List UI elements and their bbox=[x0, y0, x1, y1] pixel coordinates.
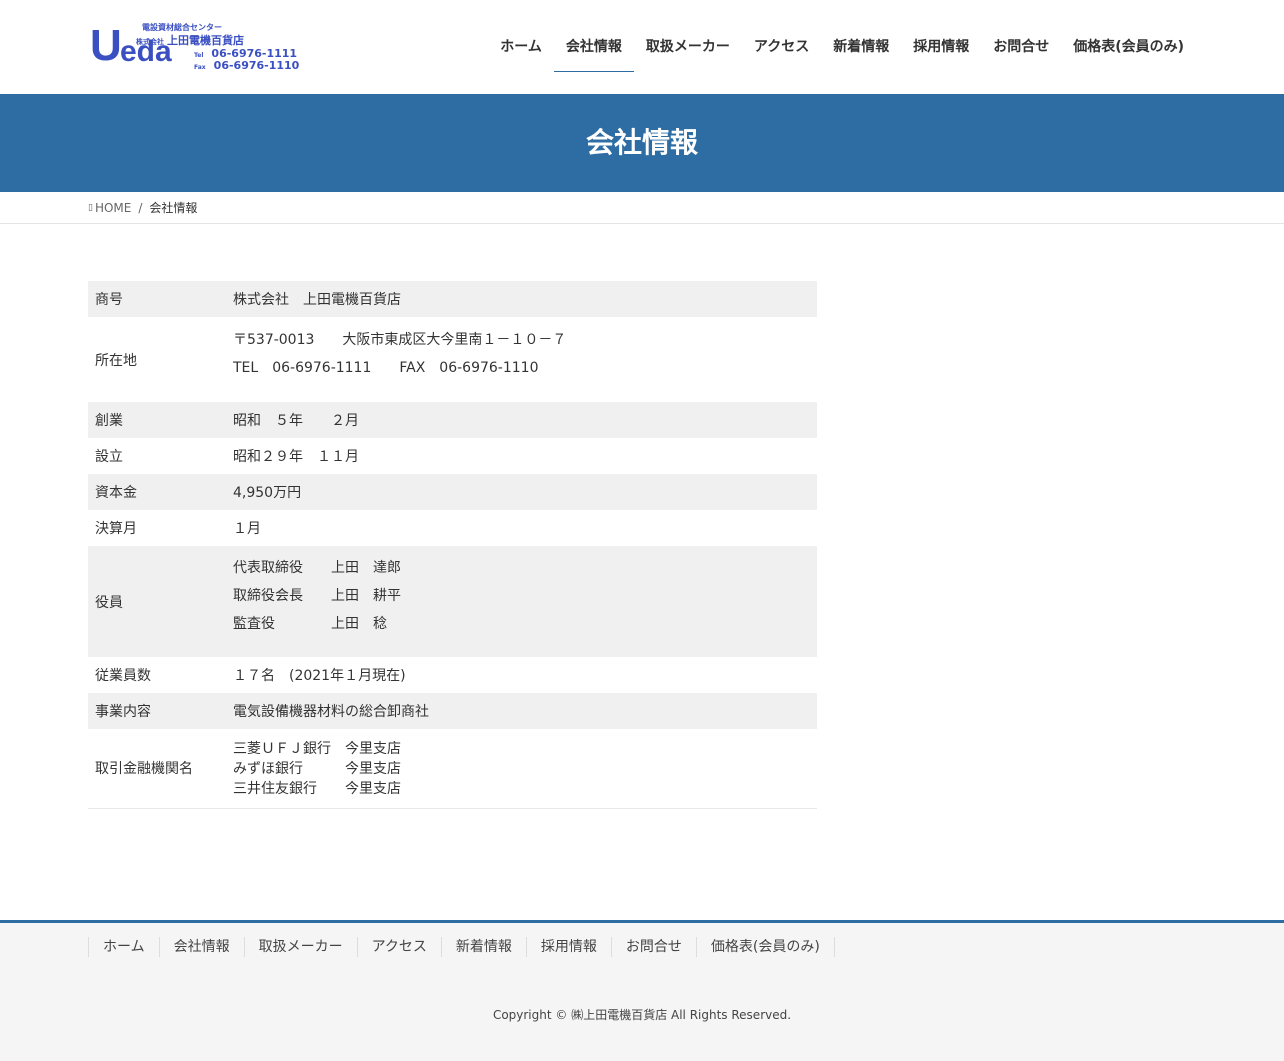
row-value-line: 取締役会長 上田 耕平 bbox=[233, 588, 401, 604]
logo-company-name: 上田電機百貨店 bbox=[167, 34, 244, 47]
table-row: 所在地 〒537-0013 大阪市東成区大今里南１－１０－７ TEL 06-69… bbox=[88, 317, 817, 402]
row-value-line: 監査役 上田 稔 bbox=[233, 616, 387, 632]
table-row: 資本金 4,950万円 bbox=[88, 474, 817, 510]
row-value-line: TEL 06-6976-1111 FAX 06-6976-1110 bbox=[233, 360, 539, 376]
table-row: 決算月 １月 bbox=[88, 510, 817, 546]
row-value-line: 三井住友銀行 今里支店 bbox=[233, 781, 401, 798]
nav-item-price-list[interactable]: 価格表(会員のみ) bbox=[1061, 22, 1196, 72]
footer-link-price-list[interactable]: 価格表(会員のみ) bbox=[695, 937, 835, 957]
row-label: 資本金 bbox=[95, 485, 137, 501]
row-value-line: 〒537-0013 大阪市東成区大今里南１－１０－７ bbox=[233, 332, 567, 348]
row-label: 創業 bbox=[95, 413, 123, 429]
row-value: １月 bbox=[226, 510, 817, 546]
copyright: Copyright © ㈱上田電機百貨店 All Rights Reserved… bbox=[492, 1008, 792, 1022]
row-value-line: 代表取締役 上田 達郎 bbox=[233, 560, 401, 576]
row-value-line: １７名 (2021年１月現在) bbox=[233, 668, 406, 684]
nav-item-company[interactable]: 会社情報 bbox=[553, 22, 634, 72]
table-row: 商号 株式会社 上田電機百貨店 bbox=[88, 281, 817, 317]
row-value-line: 4,950万円 bbox=[233, 485, 302, 501]
site-header: U eda 電設資材総合センター 株式会社 上田電機百貨店 Tel 06-6976-… bbox=[0, 0, 1284, 94]
logo-mark-u: U bbox=[90, 21, 122, 70]
row-value-line: 昭和 ５年 ２月 bbox=[233, 413, 359, 429]
logo-tel-label: Tel bbox=[194, 52, 204, 59]
site-logo[interactable]: U eda 電設資材総合センター 株式会社 上田電機百貨店 Tel 06-6976-… bbox=[90, 21, 299, 72]
row-label: 決算月 bbox=[95, 521, 137, 537]
row-value-line: 株式会社 上田電機百貨店 bbox=[233, 292, 401, 308]
row-value: １７名 (2021年１月現在) bbox=[226, 657, 817, 693]
row-label: 取引金融機関名 bbox=[95, 761, 193, 778]
footer-nav: ホーム 会社情報 取扱メーカー アクセス 新着情報 採用情報 お問合せ 価格表(… bbox=[88, 937, 835, 957]
site-footer: ホーム 会社情報 取扱メーカー アクセス 新着情報 採用情報 お問合せ 価格表(… bbox=[0, 920, 1284, 1061]
nav-item-recruit[interactable]: 採用情報 bbox=[901, 22, 981, 72]
logo-company: 株式会社 上田電機百貨店 bbox=[136, 32, 244, 48]
row-label: 役員 bbox=[95, 594, 123, 611]
footer-link-news[interactable]: 新着情報 bbox=[440, 937, 526, 957]
row-label: 従業員数 bbox=[95, 668, 151, 684]
row-label: 設立 bbox=[95, 449, 123, 465]
table-row: 設立 昭和２９年 １１月 bbox=[88, 438, 817, 474]
table-row: 取引金融機関名 三菱ＵＦＪ銀行 今里支店 みずほ銀行 今里支店 三井住友銀行 今… bbox=[88, 729, 817, 808]
footer-link-access[interactable]: アクセス bbox=[356, 937, 441, 957]
nav-item-news[interactable]: 新着情報 bbox=[821, 22, 901, 72]
row-value-line: 昭和２９年 １１月 bbox=[233, 449, 359, 465]
row-value: 三菱ＵＦＪ銀行 今里支店 みずほ銀行 今里支店 三井住友銀行 今里支店 bbox=[226, 729, 817, 808]
footer-link-makers[interactable]: 取扱メーカー bbox=[243, 937, 357, 957]
breadcrumb-separator: / bbox=[138, 200, 143, 215]
footer-link-company[interactable]: 会社情報 bbox=[158, 937, 244, 957]
company-info-table: 商号 株式会社 上田電機百貨店 所在地 〒537-0013 大阪市東成区大今里南… bbox=[88, 281, 817, 809]
breadcrumb: ▯ HOME / 会社情報 bbox=[0, 192, 1284, 224]
logo-fax: Fax 06-6976-1110 bbox=[194, 59, 299, 72]
page-title-banner: 会社情報 bbox=[0, 94, 1284, 192]
main-content: 商号 株式会社 上田電機百貨店 所在地 〒537-0013 大阪市東成区大今里南… bbox=[0, 224, 1284, 921]
home-icon: ▯ bbox=[88, 202, 93, 213]
nav-item-makers[interactable]: 取扱メーカー bbox=[634, 22, 742, 72]
footer-link-recruit[interactable]: 採用情報 bbox=[525, 937, 611, 957]
row-label: 商号 bbox=[95, 292, 123, 308]
row-value-line: 三菱ＵＦＪ銀行 今里支店 bbox=[233, 741, 401, 758]
row-value-line: 電気設備機器材料の総合卸商社 bbox=[233, 704, 429, 720]
breadcrumb-home-label: HOME bbox=[94, 200, 132, 215]
row-label: 所在地 bbox=[95, 352, 137, 369]
page-title: 会社情報 bbox=[585, 126, 698, 159]
logo-fax-number: 06-6976-1110 bbox=[213, 59, 300, 72]
row-value: 昭和 ５年 ２月 bbox=[226, 402, 817, 438]
row-label: 事業内容 bbox=[95, 704, 151, 720]
footer-link-contact[interactable]: お問合せ bbox=[610, 937, 696, 957]
row-value-line: みずほ銀行 今里支店 bbox=[233, 761, 401, 778]
row-value: 4,950万円 bbox=[226, 474, 817, 510]
row-value: 〒537-0013 大阪市東成区大今里南１－１０－７ TEL 06-6976-1… bbox=[226, 317, 817, 402]
breadcrumb-current: 会社情報 bbox=[149, 201, 198, 215]
nav-item-home[interactable]: ホーム bbox=[488, 22, 554, 72]
row-value: 株式会社 上田電機百貨店 bbox=[226, 281, 817, 317]
row-value-line: １月 bbox=[233, 521, 261, 537]
row-value: 昭和２９年 １１月 bbox=[226, 438, 817, 474]
row-value: 代表取締役 上田 達郎 取締役会長 上田 耕平 監査役 上田 稔 bbox=[226, 546, 817, 657]
table-row: 事業内容 電気設備機器材料の総合卸商社 bbox=[88, 693, 817, 729]
table-row: 従業員数 １７名 (2021年１月現在) bbox=[88, 657, 817, 693]
breadcrumb-home-link[interactable]: ▯ HOME bbox=[88, 201, 131, 215]
global-nav: ホーム 会社情報 取扱メーカー アクセス 新着情報 採用情報 お問合せ 価格表(… bbox=[488, 22, 1196, 72]
logo-fax-label: Fax bbox=[194, 64, 206, 71]
logo-company-prefix: 株式会社 bbox=[136, 38, 164, 46]
nav-item-contact[interactable]: お問合せ bbox=[981, 22, 1061, 72]
table-row: 創業 昭和 ５年 ２月 bbox=[88, 402, 817, 438]
row-value: 電気設備機器材料の総合卸商社 bbox=[226, 693, 817, 729]
nav-item-access[interactable]: アクセス bbox=[742, 22, 821, 72]
footer-link-home[interactable]: ホーム bbox=[88, 937, 159, 957]
table-row: 役員 代表取締役 上田 達郎 取締役会長 上田 耕平 監査役 上田 稔 bbox=[88, 546, 817, 657]
